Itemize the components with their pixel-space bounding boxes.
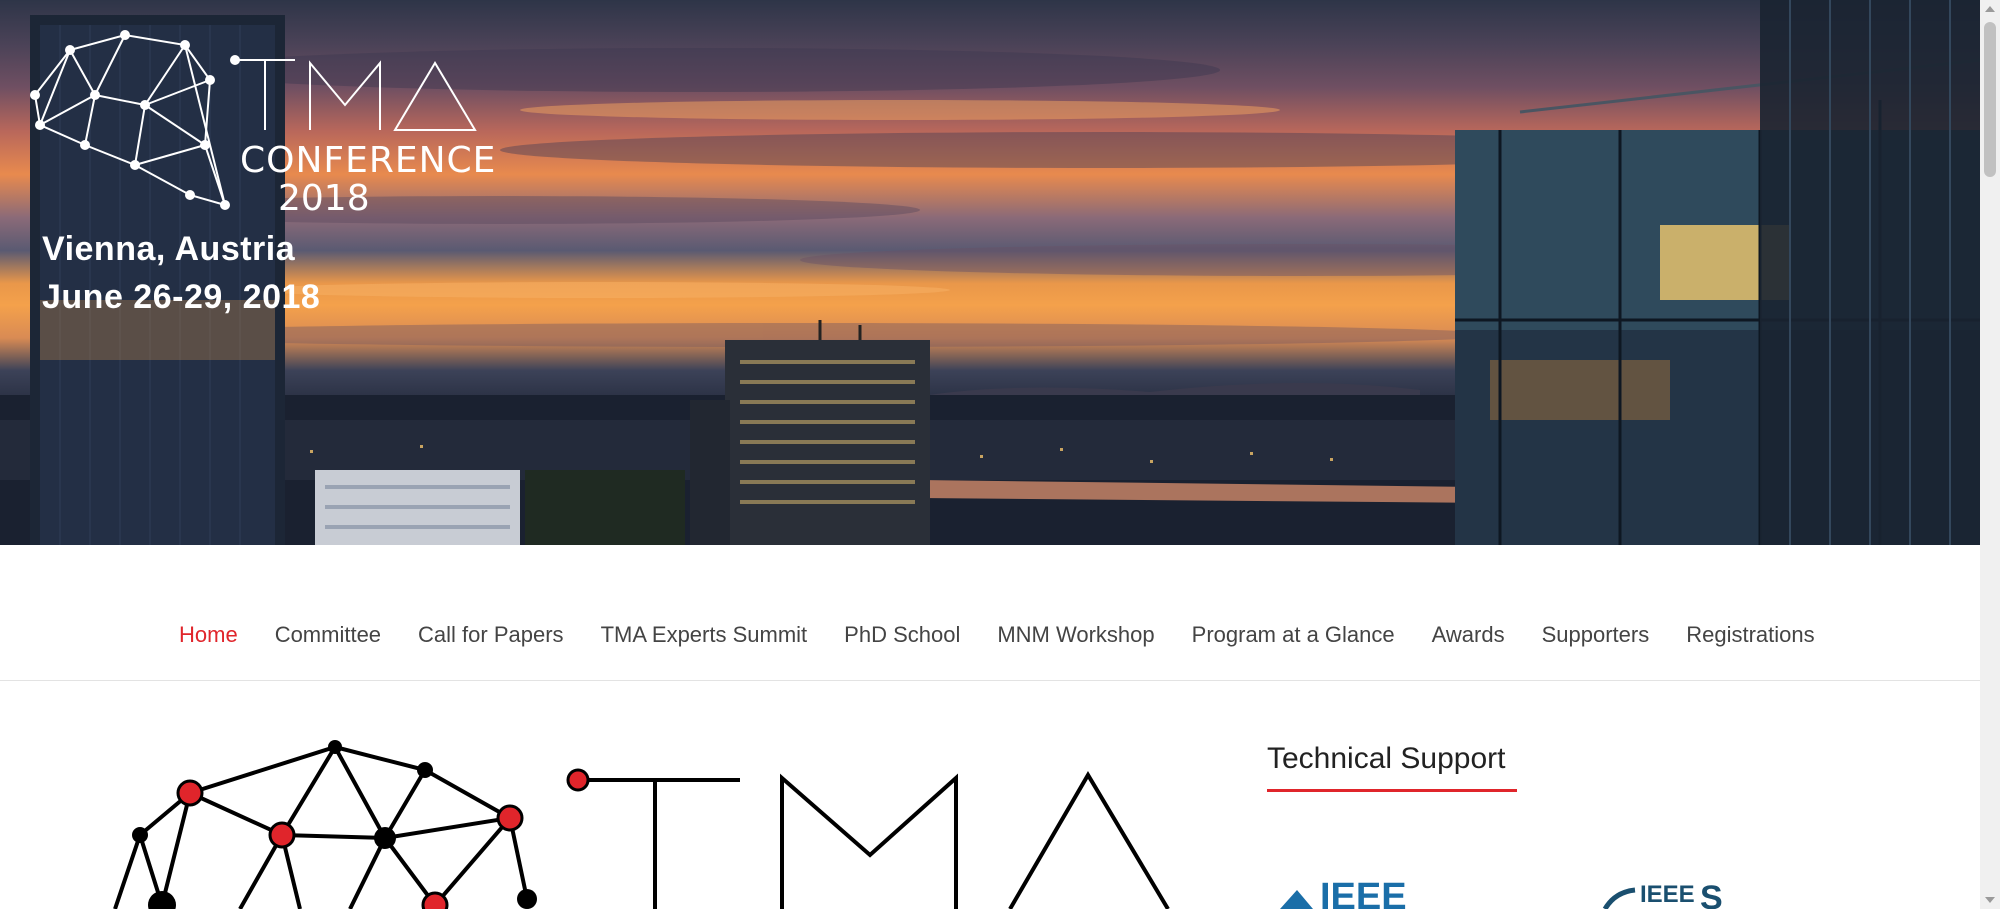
- scroll-up-icon[interactable]: [1985, 6, 1995, 12]
- svg-text:S: S: [1700, 880, 1723, 909]
- nav-item-mnm-workshop[interactable]: MNM Workshop: [997, 622, 1154, 648]
- scrollbar-thumb[interactable]: [1984, 22, 1996, 177]
- sidebar-title-underline: [1267, 789, 1517, 792]
- tma-network-logo-icon: [30, 30, 477, 210]
- hero-dates: June 26-29, 2018: [42, 278, 321, 316]
- ieee-comsoc-logo-icon[interactable]: IEEE S: [1602, 880, 1723, 909]
- nav-item-phd-school[interactable]: PhD School: [844, 622, 960, 648]
- hero-logo-year: 2018: [278, 178, 370, 219]
- hero-logo-conference: CONFERENCE: [240, 140, 497, 181]
- nav-item-awards[interactable]: Awards: [1432, 622, 1505, 648]
- ieee-logo-text: IEEE: [1320, 880, 1407, 909]
- tma-main-logo-icon: [113, 740, 1170, 909]
- nav-item-call-for-papers[interactable]: Call for Papers: [418, 622, 564, 648]
- nav-item-tma-experts-summit[interactable]: TMA Experts Summit: [601, 622, 808, 648]
- sponsor-logos: IEEE IEEE S: [1280, 880, 1723, 909]
- nav-item-program-at-a-glance[interactable]: Program at a Glance: [1192, 622, 1395, 648]
- nav-item-supporters[interactable]: Supporters: [1542, 622, 1650, 648]
- scroll-down-icon[interactable]: [1985, 897, 1995, 903]
- nav-item-committee[interactable]: Committee: [275, 622, 381, 648]
- hero-location: Vienna, Austria: [42, 230, 296, 268]
- nav-item-registrations[interactable]: Registrations: [1686, 622, 1814, 648]
- ieee-comsoc-logo-text: IEEE: [1640, 881, 1695, 908]
- ieee-logo-icon[interactable]: IEEE: [1280, 880, 1407, 909]
- main-navigation: Home Committee Call for Papers TMA Exper…: [0, 545, 1980, 681]
- page-scrollbar[interactable]: [1980, 0, 2000, 909]
- sidebar-title: Technical Support: [1267, 742, 1506, 775]
- nav-item-home[interactable]: Home: [179, 622, 238, 648]
- hero-banner: CONFERENCE 2018 Vienna, Austria June 26-…: [0, 0, 1980, 545]
